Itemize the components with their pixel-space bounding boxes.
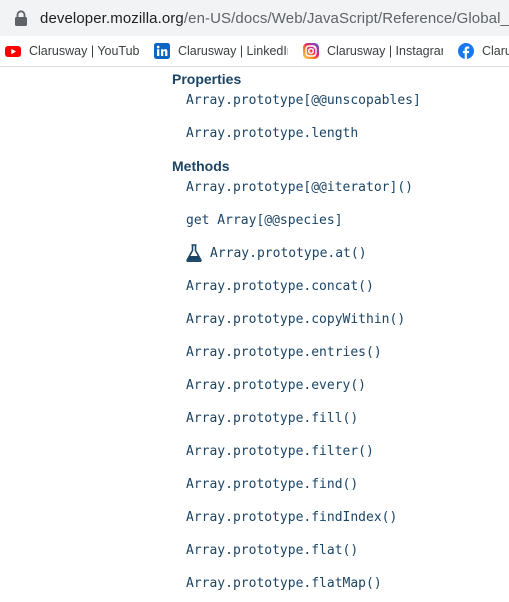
url-host: developer.mozilla.org — [40, 9, 184, 27]
bookmark-label: Clarusway | YouTube — [29, 44, 139, 58]
link-array-prototype-every[interactable]: Array.prototype.every() — [186, 378, 366, 393]
link-array-prototype-fill[interactable]: Array.prototype.fill() — [186, 411, 358, 426]
url-path: /en-US/docs/Web/JavaScript/Reference/Glo… — [183, 9, 509, 27]
facebook-icon — [458, 43, 474, 59]
bookmark-clarusway-linkedin[interactable]: Clarusway | LinkedIn — [149, 39, 294, 63]
address-bar[interactable]: developer.mozilla.org/en-US/docs/Web/Jav… — [0, 0, 509, 36]
lock-icon[interactable] — [14, 10, 28, 26]
youtube-icon — [5, 46, 21, 57]
linkedin-icon — [154, 43, 170, 59]
link-array-prototype-at[interactable]: Array.prototype.at() — [210, 246, 367, 261]
link-array-prototype-flat[interactable]: Array.prototype.flat() — [186, 543, 358, 558]
properties-heading: Properties — [172, 71, 242, 87]
bookmarks-bar: Clarusway | YouTube Clarusway | LinkedIn — [0, 36, 509, 67]
flask-icon — [186, 244, 202, 262]
bookmark-clarusway-instagram[interactable]: Clarusway | Instagram — [298, 39, 449, 63]
bookmark-clarusway-facebook[interactable]: Clarusway | Facebook — [453, 39, 509, 63]
link-array-prototype-iterator[interactable]: Array.prototype[@@iterator]() — [186, 180, 413, 195]
page-content: Properties Array.prototype[@@unscopables… — [0, 68, 509, 602]
link-array-prototype-entries[interactable]: Array.prototype.entries() — [186, 345, 382, 360]
link-array-prototype-filter[interactable]: Array.prototype.filter() — [186, 444, 374, 459]
link-get-array-species[interactable]: get Array[@@species] — [186, 213, 343, 228]
link-array-prototype-copywithin[interactable]: Array.prototype.copyWithin() — [186, 312, 405, 327]
instagram-icon — [303, 43, 319, 59]
methods-heading: Methods — [172, 158, 230, 174]
link-array-prototype-findindex[interactable]: Array.prototype.findIndex() — [186, 510, 397, 525]
bookmark-clarusway-youtube[interactable]: Clarusway | YouTube — [0, 39, 145, 63]
link-array-prototype-unscopables[interactable]: Array.prototype[@@unscopables] — [186, 93, 421, 108]
link-array-prototype-length[interactable]: Array.prototype.length — [186, 126, 358, 141]
link-array-prototype-find[interactable]: Array.prototype.find() — [186, 477, 358, 492]
url-text[interactable]: developer.mozilla.org/en-US/docs/Web/Jav… — [40, 10, 509, 27]
bookmark-label: Clarusway | Instagram — [327, 44, 443, 58]
bookmark-label: Clarusway | Facebook — [482, 44, 509, 58]
link-array-prototype-concat[interactable]: Array.prototype.concat() — [186, 279, 374, 294]
bookmark-label: Clarusway | LinkedIn — [178, 44, 288, 58]
link-array-prototype-flatmap[interactable]: Array.prototype.flatMap() — [186, 576, 382, 591]
